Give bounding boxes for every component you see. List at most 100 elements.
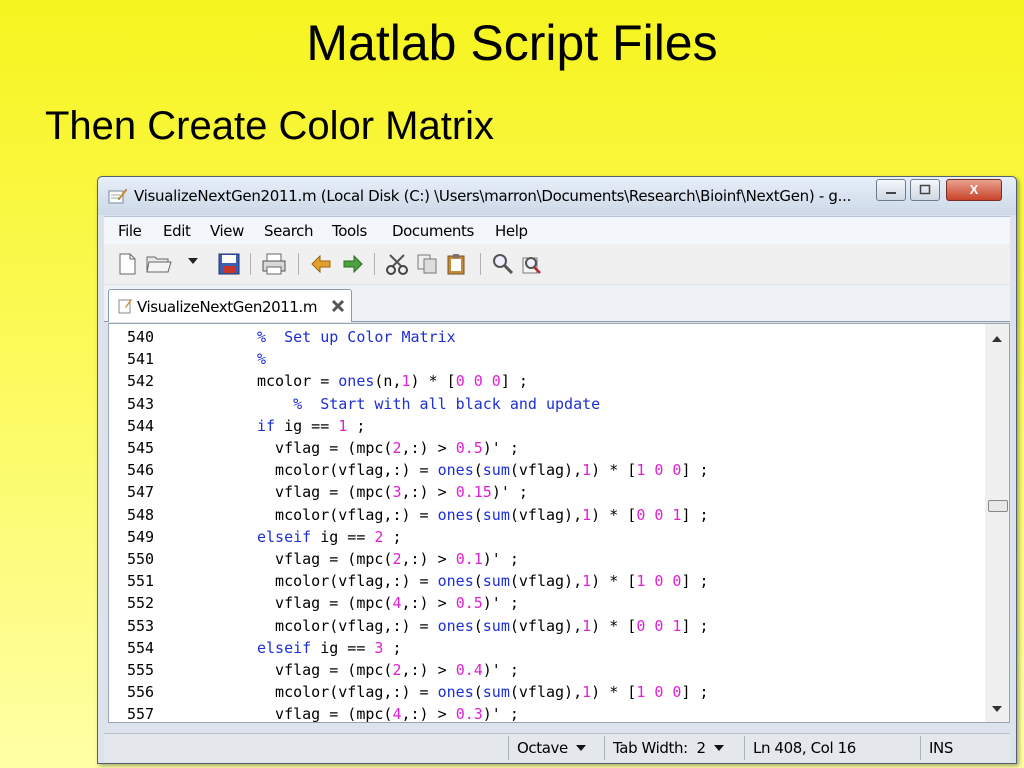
code-line[interactable]: 556 mcolor(vflag,:) = ones(sum(vflag),1)…	[109, 681, 989, 703]
code-token: vflag = (mpc(	[257, 439, 393, 457]
menu-tools[interactable]: Tools	[332, 222, 367, 240]
code-text: mcolor = ones(n,1) * [0 0 0] ;	[257, 370, 528, 392]
close-tab-icon[interactable]	[331, 299, 345, 313]
line-number: 549	[127, 527, 155, 546]
scroll-down-icon[interactable]	[992, 706, 1002, 714]
code-token: (vflag),	[509, 616, 583, 635]
code-line[interactable]: 542 mcolor = ones(n,1) * [0 0 0] ;	[109, 370, 989, 392]
redo-icon[interactable]	[340, 253, 364, 275]
code-text: mcolor(vflag,:) = ones(sum(vflag),1) * […	[257, 570, 709, 592]
code-text: vflag = (mpc(4,:) > 0.5)' ;	[257, 592, 519, 614]
line-number: 554	[127, 638, 155, 657]
code-text: vflag = (mpc(3,:) > 0.15)' ;	[257, 481, 528, 503]
code-line[interactable]: 553 mcolor(vflag,:) = ones(sum(vflag),1)…	[109, 615, 989, 637]
find-icon[interactable]	[492, 253, 514, 275]
paste-icon[interactable]	[446, 253, 468, 275]
code-token: ig ==	[275, 416, 339, 435]
menu-documents[interactable]: Documents	[392, 222, 474, 240]
code-token: (	[473, 572, 483, 591]
code-line[interactable]: 546 mcolor(vflag,:) = ones(sum(vflag),1)…	[109, 459, 989, 481]
code-line[interactable]: 555 vflag = (mpc(2,:) > 0.4)' ;	[109, 659, 989, 681]
code-line[interactable]: 552 vflag = (mpc(4,:) > 0.5)' ;	[109, 592, 989, 614]
code-line[interactable]: 557 vflag = (mpc(4,:) > 0.3)' ;	[109, 703, 989, 723]
maximize-icon	[919, 184, 931, 195]
new-file-icon[interactable]	[118, 253, 136, 275]
menu-file[interactable]: File	[118, 222, 142, 240]
dropdown-arrow-icon[interactable]	[188, 258, 198, 266]
code-line[interactable]: 554 elseif ig == 3 ;	[109, 637, 989, 659]
code-token: mcolor(vflag,:) =	[257, 572, 438, 591]
scroll-up-icon[interactable]	[992, 334, 1002, 342]
code-number: 0 0 0	[455, 372, 501, 391]
window-title: VisualizeNextGen2011.m (Local Disk (C:) …	[134, 187, 852, 205]
language-selector[interactable]: Octave	[508, 736, 604, 760]
code-token: )' ;	[482, 661, 519, 679]
code-token: ,:) >	[401, 483, 456, 502]
menu-help[interactable]: Help	[495, 222, 528, 240]
code-keyword: sum	[482, 461, 510, 480]
code-number: 1	[582, 505, 592, 524]
code-token: (	[473, 683, 483, 702]
code-number: 3	[392, 483, 402, 502]
code-text: mcolor(vflag,:) = ones(sum(vflag),1) * […	[257, 615, 709, 637]
tab-width-selector[interactable]: Tab Width: 2	[604, 736, 744, 760]
code-number: 1	[401, 372, 411, 391]
minimize-icon	[886, 192, 896, 194]
text-file-icon	[108, 188, 128, 204]
save-icon[interactable]	[218, 253, 240, 275]
menu-edit[interactable]: Edit	[163, 222, 191, 240]
code-keyword: ones	[437, 505, 474, 524]
code-token: vflag = (mpc(	[257, 705, 393, 723]
code-token: ) * [	[591, 461, 637, 480]
vertical-scrollbar[interactable]	[985, 324, 1009, 722]
cut-icon[interactable]	[386, 253, 408, 275]
code-line[interactable]: 543 % Start with all black and update	[109, 393, 989, 415]
scrollbar-thumb[interactable]	[988, 500, 1008, 512]
document-tab[interactable]: VisualizeNextGen2011.m	[108, 289, 352, 322]
menu-search[interactable]: Search	[264, 222, 314, 240]
code-number: 0 0 1	[636, 505, 682, 524]
undo-icon[interactable]	[310, 253, 334, 275]
maximize-button[interactable]	[910, 179, 940, 201]
code-line[interactable]: 540 % Set up Color Matrix	[109, 326, 989, 348]
code-text: if ig == 1 ;	[257, 415, 365, 437]
code-text: %	[257, 348, 266, 370]
code-editor[interactable]: 540 % Set up Color Matrix 541% 542 mcolor = …	[108, 323, 1010, 723]
code-text: mcolor(vflag,:) = ones(sum(vflag),1) * […	[257, 681, 709, 703]
title-bar[interactable]: VisualizeNextGen2011.m (Local Disk (C:) …	[98, 177, 1016, 215]
code-number: 0.5	[455, 439, 483, 457]
code-line[interactable]: 548 mcolor(vflag,:) = ones(sum(vflag),1)…	[109, 504, 989, 526]
code-line[interactable]: 551 mcolor(vflag,:) = ones(sum(vflag),1)…	[109, 570, 989, 592]
code-token: ] ;	[681, 572, 709, 591]
code-token: )' ;	[491, 483, 528, 502]
status-bar: Octave Tab Width: 2 Ln 408, Col 16 INS	[104, 733, 1010, 762]
code-text: vflag = (mpc(2,:) > 0.4)' ;	[257, 659, 519, 681]
menu-view[interactable]: View	[210, 222, 244, 240]
code-token: (	[473, 505, 483, 524]
code-token: mcolor(vflag,:) =	[257, 461, 438, 480]
print-icon[interactable]	[262, 253, 286, 275]
code-text: vflag = (mpc(4,:) > 0.3)' ;	[257, 703, 519, 723]
code-line[interactable]: 549 elseif ig == 2 ;	[109, 526, 989, 548]
tab-width-label: Tab Width: 2	[613, 739, 706, 757]
code-line[interactable]: 547 vflag = (mpc(3,:) > 0.15)' ;	[109, 481, 989, 503]
code-token: ;	[347, 416, 366, 435]
code-token: ] ;	[681, 683, 709, 702]
line-number: 544	[127, 416, 155, 435]
code-line[interactable]: 544 if ig == 1 ;	[109, 415, 989, 437]
code-line[interactable]: 541%	[109, 348, 989, 370]
open-folder-icon[interactable]	[146, 253, 172, 275]
code-line[interactable]: 550 vflag = (mpc(2,:) > 0.1)' ;	[109, 548, 989, 570]
code-line[interactable]: 545 vflag = (mpc(2,:) > 0.5)' ;	[109, 437, 989, 459]
code-number: 1	[582, 616, 592, 635]
copy-icon[interactable]	[416, 253, 438, 275]
code-token: (n,	[374, 372, 402, 391]
line-number: 551	[127, 572, 155, 591]
close-button[interactable]: X	[946, 179, 1002, 201]
code-token: ) * [	[591, 683, 637, 702]
minimize-button[interactable]	[876, 179, 906, 201]
insert-mode: INS	[920, 736, 1010, 760]
find-replace-icon[interactable]	[520, 253, 542, 275]
line-number: 557	[127, 705, 155, 723]
code-keyword: sum	[482, 616, 510, 635]
